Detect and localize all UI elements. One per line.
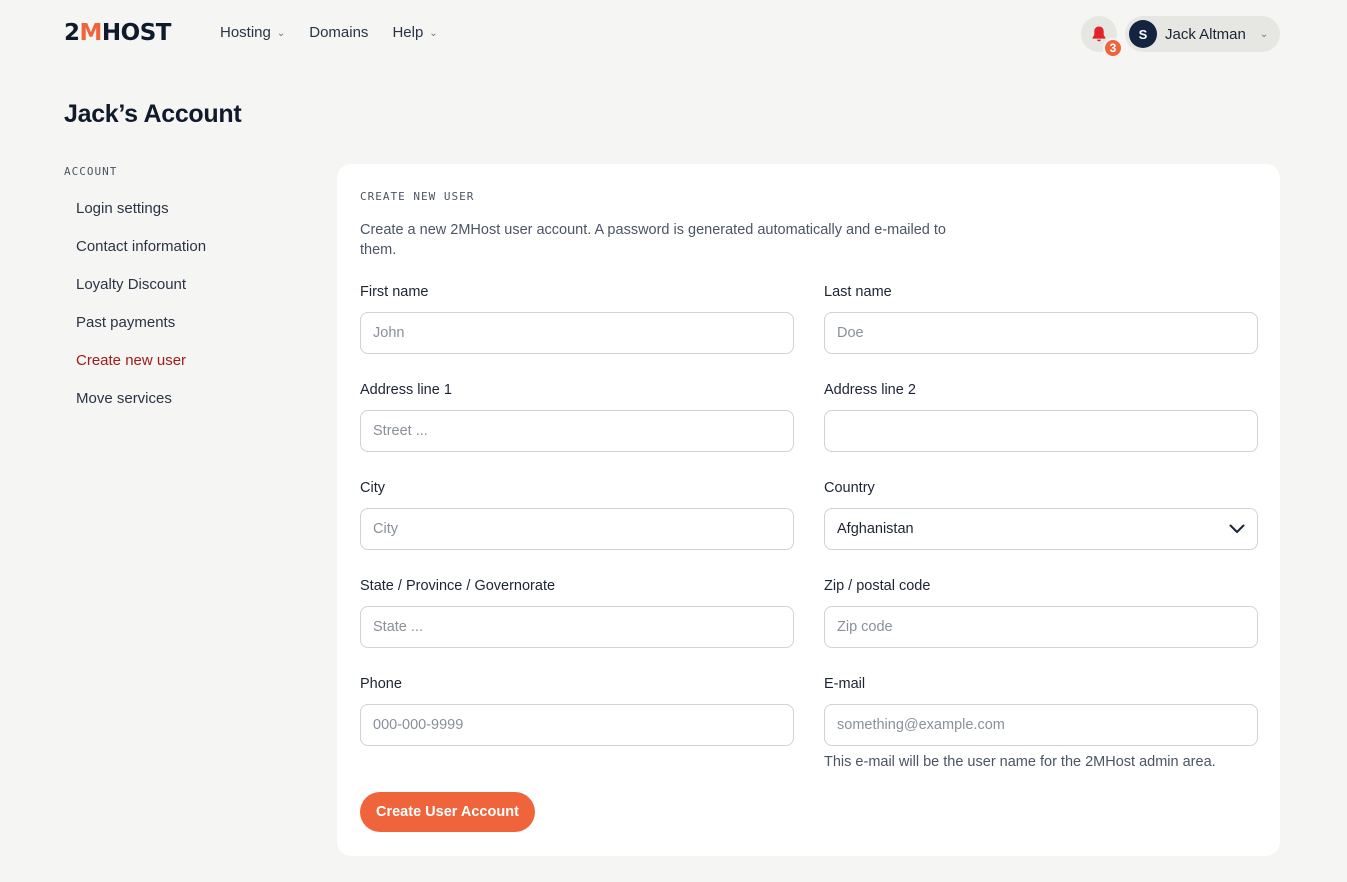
first-name-label: First name xyxy=(360,284,429,300)
logo-part-b: HOST xyxy=(101,20,172,46)
state-input[interactable] xyxy=(360,606,794,648)
address1-input[interactable] xyxy=(360,410,794,452)
sidebar-item-move-services[interactable]: Move services xyxy=(76,390,206,428)
address1-group: Address line 1 xyxy=(360,382,794,452)
email-label: E-mail xyxy=(824,676,866,692)
email-helper-text: This e-mail will be the user name for th… xyxy=(824,754,1216,770)
nav-hosting[interactable]: Hosting ⌄ xyxy=(220,24,285,41)
last-name-group: Last name xyxy=(824,284,1258,354)
nav-domains[interactable]: Domains xyxy=(309,24,368,41)
notification-count-badge: 3 xyxy=(1103,38,1123,58)
country-group: Country Afghanistan xyxy=(824,480,1258,550)
phone-group: Phone xyxy=(360,676,794,746)
country-label: Country xyxy=(824,480,875,496)
nav-domains-label: Domains xyxy=(309,24,369,41)
address2-input[interactable] xyxy=(824,410,1258,452)
create-user-card: CREATE NEW USER Create a new 2MHost user… xyxy=(337,164,1280,856)
first-name-group: First name xyxy=(360,284,794,354)
last-name-label: Last name xyxy=(824,284,892,300)
top-bar: 2 M HOST Hosting ⌄ Domains Help ⌄ 3 S Jack… xyxy=(0,0,1347,68)
sidebar-heading: ACCOUNT xyxy=(64,165,118,178)
last-name-input[interactable] xyxy=(824,312,1258,354)
sidebar-item-login-settings[interactable]: Login settings xyxy=(76,200,206,238)
create-user-account-button[interactable]: Create User Account xyxy=(360,792,535,832)
notifications-button[interactable]: 3 xyxy=(1081,16,1123,58)
email-input[interactable] xyxy=(824,704,1258,746)
user-name: Jack Altman xyxy=(1165,25,1246,43)
form-description: Create a new 2MHost user account. A pass… xyxy=(360,222,946,258)
country-selected-value: Afghanistan xyxy=(837,521,914,537)
zip-group: Zip / postal code xyxy=(824,578,1258,648)
nav-hosting-label: Hosting xyxy=(220,24,271,41)
sidebar-item-contact-information[interactable]: Contact information xyxy=(76,238,206,276)
user-menu-button[interactable]: S Jack Altman ⌄ xyxy=(1125,16,1280,52)
city-input[interactable] xyxy=(360,508,794,550)
chevron-down-icon: ⌄ xyxy=(276,28,286,39)
form-heading: CREATE NEW USER xyxy=(360,190,475,203)
logo-part-a: 2 xyxy=(64,20,80,46)
first-name-input[interactable] xyxy=(360,312,794,354)
sidebar-nav: Login settings Contact information Loyal… xyxy=(76,200,206,428)
chevron-down-icon: ⌄ xyxy=(1259,28,1269,40)
city-group: City xyxy=(360,480,794,550)
phone-label: Phone xyxy=(360,676,402,692)
avatar: S xyxy=(1129,20,1157,48)
zip-input[interactable] xyxy=(824,606,1258,648)
nav-help[interactable]: Help ⌄ xyxy=(392,24,437,41)
sidebar-item-past-payments[interactable]: Past payments xyxy=(76,314,206,352)
country-select[interactable]: Afghanistan xyxy=(824,508,1258,550)
chevron-down-icon xyxy=(1229,524,1245,533)
zip-label: Zip / postal code xyxy=(824,578,931,594)
phone-input[interactable] xyxy=(360,704,794,746)
address1-label: Address line 1 xyxy=(360,382,452,398)
main-nav: Hosting ⌄ Domains Help ⌄ xyxy=(220,24,438,41)
sidebar-item-create-new-user[interactable]: Create new user xyxy=(76,352,206,390)
chevron-down-icon: ⌄ xyxy=(429,28,438,39)
state-group: State / Province / Governorate xyxy=(360,578,794,648)
nav-help-label: Help xyxy=(392,24,424,41)
logo-part-m: M xyxy=(79,20,103,46)
state-label: State / Province / Governorate xyxy=(360,578,556,594)
brand-logo[interactable]: 2 M HOST xyxy=(64,20,171,46)
email-group: E-mail This e-mail will be the user name… xyxy=(824,676,1258,770)
sidebar-item-loyalty-discount[interactable]: Loyalty Discount xyxy=(76,276,206,314)
page-title: Jack’s Account xyxy=(64,100,242,128)
address2-group: Address line 2 xyxy=(824,382,1258,452)
city-label: City xyxy=(360,480,385,496)
address2-label: Address line 2 xyxy=(824,382,916,398)
